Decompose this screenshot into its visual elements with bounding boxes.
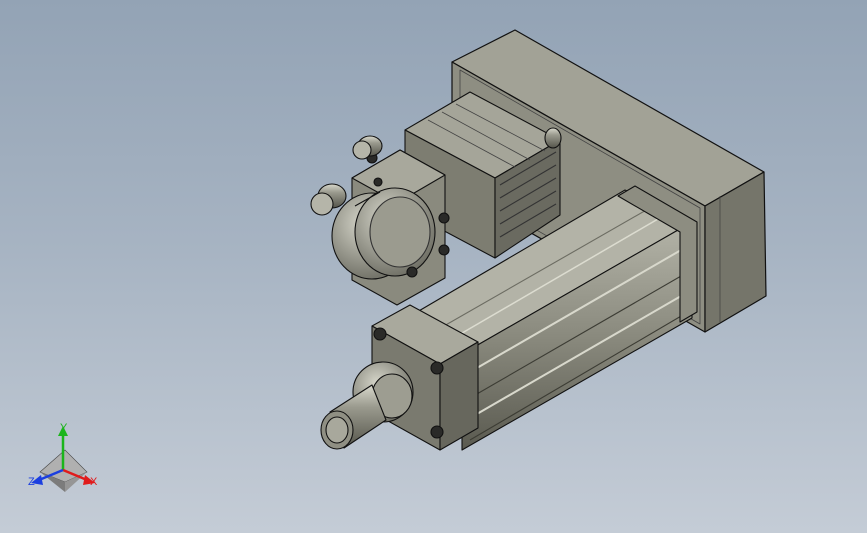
y-axis-label: Y xyxy=(60,422,68,434)
z-axis-label: Z xyxy=(28,476,35,488)
cad-model[interactable] xyxy=(0,0,867,533)
cad-viewport[interactable]: Y X Z xyxy=(0,0,867,533)
x-axis-label: X xyxy=(90,476,98,488)
